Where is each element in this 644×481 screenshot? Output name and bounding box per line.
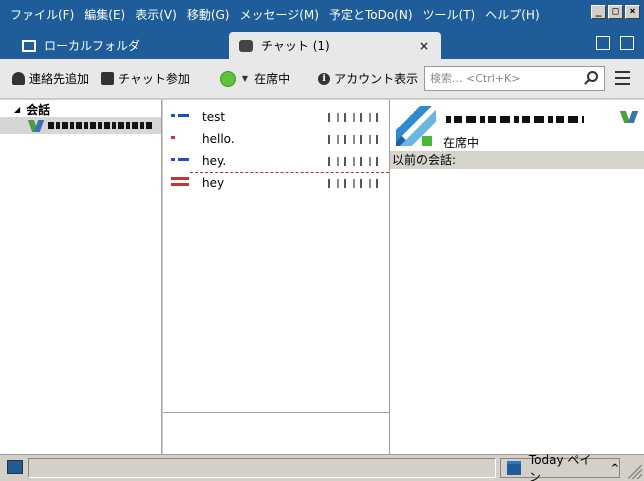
menubar: ファイル(F) 編集(E) 表示(V) 移動(G) メッセージ(M) 予定とTo… <box>0 0 644 28</box>
join-chat-button[interactable]: チャット参加 <box>101 70 190 87</box>
message-row: hello. <box>163 128 389 150</box>
outgoing-marker <box>171 114 189 117</box>
chevron-up-icon: ^ <box>610 462 619 474</box>
menu-view[interactable]: 表示(V) <box>130 6 182 23</box>
window-controls: _ □ × <box>591 5 640 19</box>
chat-toolbar: 連絡先追加 チャット参加 ▼ 在席中 i アカウント表示 <box>0 59 644 99</box>
message-text: hey. <box>202 154 227 168</box>
menu-message[interactable]: メッセージ(M) <box>234 6 323 23</box>
minimize-button[interactable]: _ <box>591 5 606 19</box>
status-bar: Today ペイン ^ <box>0 453 644 481</box>
compose-input[interactable] <box>163 413 389 454</box>
menu-events-tasks[interactable]: 予定とToDo(N) <box>324 6 418 23</box>
chevron-expanded-icon[interactable]: ◢ <box>14 105 20 114</box>
maximize-button[interactable]: □ <box>608 5 623 19</box>
contact-info-pane: 在席中 以前の会話: <box>390 100 644 454</box>
join-chat-label: チャット参加 <box>118 72 190 86</box>
message-text: hello. <box>202 132 235 146</box>
search-icon[interactable] <box>587 71 598 82</box>
conversations-section[interactable]: ◢ 会話 <box>0 100 161 117</box>
presence-selector[interactable]: ▼ 在席中 <box>190 70 290 87</box>
chat-join-icon <box>101 72 115 85</box>
presence-label: 在席中 <box>254 72 291 86</box>
online-status-icon <box>219 70 236 87</box>
outgoing-marker <box>171 158 189 161</box>
app-menu-button[interactable] <box>615 71 630 85</box>
message-compose <box>163 412 390 454</box>
conversation-list: ◢ 会話 <box>0 100 162 454</box>
protocol-icon <box>30 120 42 132</box>
message-timestamp-redacted <box>328 179 382 188</box>
avatar <box>396 106 436 146</box>
message-pane: test hello. hey. hey <box>163 100 390 412</box>
tab-tools <box>596 36 634 50</box>
incoming-marker <box>171 177 189 186</box>
add-contact-label: 連絡先追加 <box>29 72 90 86</box>
tab-close-icon[interactable]: × <box>419 39 429 53</box>
tab-chat-label: チャット (1) <box>261 39 330 53</box>
status-text-field <box>28 458 496 478</box>
unread-divider <box>190 172 389 173</box>
menu-file[interactable]: ファイル(F) <box>0 6 79 23</box>
incoming-marker <box>171 136 175 139</box>
menu-help[interactable]: ヘルプ(H) <box>480 6 544 23</box>
message-timestamp-redacted <box>328 135 382 144</box>
show-account-button[interactable]: i アカウント表示 <box>318 70 418 87</box>
tab-local-folders[interactable]: ローカルフォルダ <box>22 32 140 59</box>
previous-conversations-header: 以前の会話: <box>390 152 644 169</box>
calendar-icon <box>507 461 521 475</box>
tab-local-folders-label: ローカルフォルダ <box>44 39 141 53</box>
show-account-label: アカウント表示 <box>334 72 419 86</box>
redacted-contact-name <box>48 122 154 129</box>
conversations-section-title: 会話 <box>26 102 51 117</box>
message-timestamp-redacted <box>328 113 382 122</box>
info-icon: i <box>318 72 331 85</box>
menu-edit[interactable]: 編集(E) <box>79 6 130 23</box>
chat-bubble-icon <box>239 39 253 52</box>
protocol-icon <box>622 111 636 123</box>
message-timestamp-redacted <box>328 157 382 166</box>
monitor-icon <box>22 39 36 52</box>
today-pane-label: Today ペイン <box>528 453 592 481</box>
calendar-icon[interactable] <box>596 36 610 50</box>
add-contact-button[interactable]: 連絡先追加 <box>12 70 89 87</box>
person-add-icon <box>12 72 25 85</box>
tab-bar: ローカルフォルダ チャット (1) × <box>0 28 644 59</box>
today-pane-toggle[interactable]: Today ペイン ^ <box>500 453 620 481</box>
tasks-icon[interactable] <box>620 36 634 50</box>
message-text: hey <box>202 176 225 190</box>
message-row-unread: hey <box>163 172 389 194</box>
menu-go[interactable]: 移動(G) <box>182 6 235 23</box>
close-window-button[interactable]: × <box>625 5 640 19</box>
message-row: hey. <box>163 150 389 172</box>
message-text: test <box>202 110 226 124</box>
buddy-status-text: 在席中 <box>443 136 480 150</box>
search-input[interactable] <box>430 72 580 85</box>
search-field[interactable] <box>424 66 605 91</box>
tab-chat[interactable]: チャット (1) × <box>229 32 441 59</box>
conversation-item[interactable] <box>0 117 161 134</box>
hamburger-icon <box>615 71 630 73</box>
chevron-down-icon: ▼ <box>241 74 249 83</box>
buddy-card: 在席中 <box>390 100 644 152</box>
redacted-buddy-name <box>446 116 584 123</box>
resize-grip-icon[interactable] <box>628 465 642 479</box>
connection-status-icon[interactable] <box>7 460 23 474</box>
menu-tools[interactable]: ツール(T) <box>418 6 481 23</box>
message-row: test <box>163 106 389 128</box>
